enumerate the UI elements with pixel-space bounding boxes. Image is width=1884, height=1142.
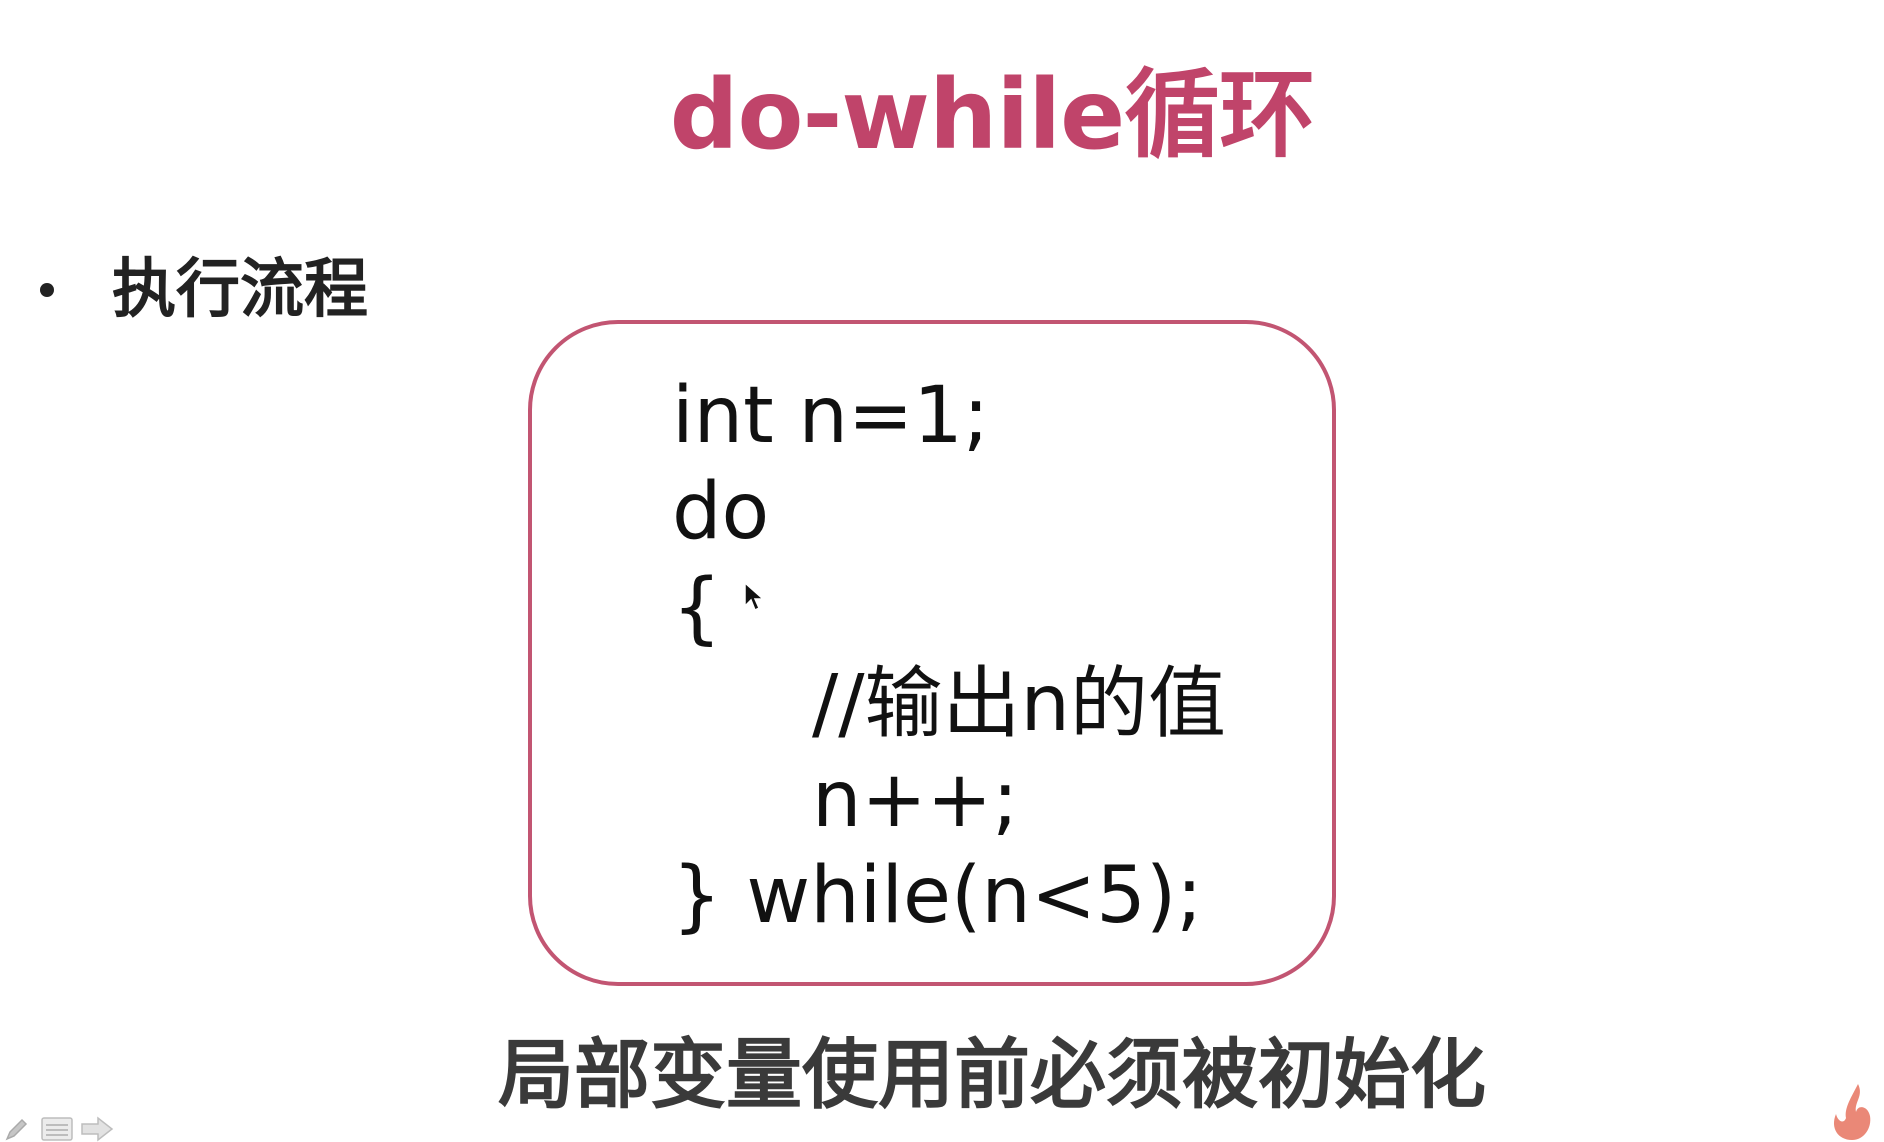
- code-line: do: [672, 467, 770, 557]
- bullet-dot: [40, 283, 54, 297]
- slide-title: do-while循环: [669, 59, 1315, 171]
- code-line: n++;: [812, 755, 1019, 845]
- code-line: int n=1;: [672, 371, 990, 461]
- code-line: } while(n<5);: [672, 851, 1203, 941]
- code-block: int n=1; do { //输出n的值 n++; } while(n<5);: [672, 368, 1226, 944]
- bullet-item: 执行流程: [40, 250, 368, 330]
- menu-icon[interactable]: [40, 1116, 74, 1142]
- code-line: //输出n的值: [812, 659, 1226, 749]
- footer-note: 局部变量使用前必须被初始化: [498, 1030, 1486, 1119]
- bullet-text: 执行流程: [112, 253, 368, 327]
- mouse-pointer-icon: [744, 582, 764, 612]
- slide: do-while循环 执行流程 int n=1; do { //输出n的值 n+…: [0, 0, 1884, 1142]
- flame-logo-icon: [1833, 1084, 1871, 1140]
- next-arrow-icon[interactable]: [80, 1116, 114, 1142]
- pen-icon[interactable]: [0, 1116, 34, 1142]
- slideshow-controls: [0, 1116, 114, 1142]
